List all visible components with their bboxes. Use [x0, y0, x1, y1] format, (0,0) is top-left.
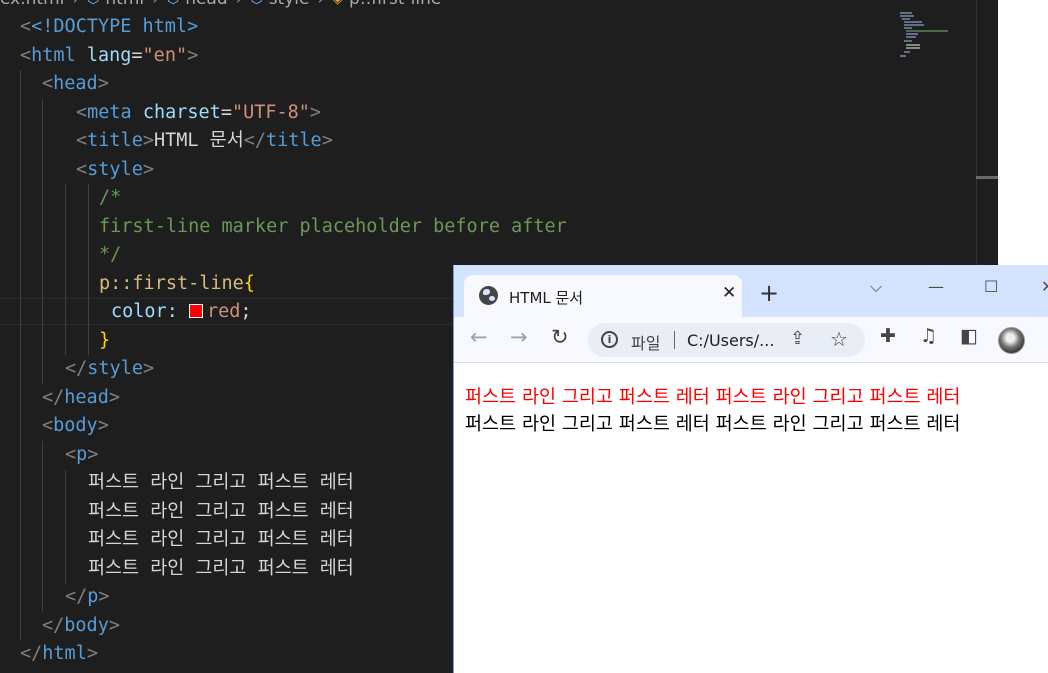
new-tab-button[interactable]: + — [759, 281, 779, 305]
browser-window[interactable]: HTML 문서 ✕ + ⌵ — ☐ ✕ ← → ↻ i 파일 C:/Users/… — [453, 265, 1048, 673]
code-line-20: 퍼스트 라인 그리고 퍼스트 레터 — [88, 557, 354, 579]
scrollbar-thumb[interactable] — [976, 176, 998, 179]
symbol-element-icon: ⬡ — [167, 0, 179, 7]
color-swatch[interactable] — [188, 304, 203, 318]
paragraph-second-line: 퍼스트 라인 그리고 퍼스트 레터 퍼스트 라인 그리고 퍼스트 레터 — [465, 414, 961, 435]
side-panel-icon[interactable]: ◧ — [960, 327, 978, 346]
code-line-17: 퍼스트 라인 그리고 퍼스트 레터 — [88, 472, 354, 493]
code-line-23: </html> — [20, 643, 98, 664]
code-line-8: first-line marker placeholder before aft… — [99, 215, 567, 237]
css-property: color: — [111, 301, 178, 322]
code-line-3: <head> — [42, 73, 109, 94]
forward-arrow-icon[interactable]: → — [510, 327, 528, 348]
address-divider — [674, 331, 675, 349]
globe-icon — [479, 286, 498, 305]
window-close-button[interactable]: ✕ — [1041, 277, 1048, 296]
chevron-right-icon: › — [150, 0, 161, 9]
breadcrumb-html[interactable]: html — [105, 0, 144, 9]
charset-value: "UTF-8" — [231, 101, 310, 123]
code-line-6: <style> — [76, 158, 154, 180]
extensions-puzzle-icon[interactable]: ✚ — [880, 327, 896, 346]
code-line-22: </body> — [42, 614, 120, 636]
indent-guide — [88, 184, 89, 355]
symbol-element-icon: ⬡ — [250, 0, 262, 7]
chevron-right-icon: › — [315, 0, 326, 9]
code-line-21: </p> — [65, 586, 110, 607]
code-line-5: <title>HTML 문서</title> — [76, 130, 333, 151]
minimap[interactable] — [898, 12, 950, 60]
code-line-11: color: red; — [111, 301, 252, 322]
media-queue-icon[interactable]: ♫ — [920, 327, 937, 346]
site-info-icon[interactable]: i — [601, 331, 618, 348]
code-line-16: <p> — [65, 443, 99, 465]
code-line-1: <<!DOCTYPE html> — [20, 16, 199, 37]
code-line-13: </style> — [65, 358, 155, 379]
title-text: HTML 문서 — [153, 130, 244, 151]
tab-close-icon[interactable]: ✕ — [722, 283, 736, 303]
code-line-7: /* — [99, 187, 122, 208]
indent-guide — [42, 441, 43, 612]
page-viewport: 퍼스트 라인 그리고 퍼스트 레터 퍼스트 라인 그리고 퍼스트 레터 퍼스트 … — [454, 363, 1048, 673]
browser-toolbar: ← → ↻ i 파일 C:/Users/... ⇪ ☆ ✚ ♫ ◧ — [454, 317, 1048, 363]
code-line-4: <meta charset="UTF-8"> — [76, 101, 322, 123]
bookmark-star-icon[interactable]: ☆ — [830, 327, 848, 351]
doctype-text: <!DOCTYPE html> — [31, 16, 199, 37]
tab-strip: HTML 문서 ✕ + ⌵ — ☐ ✕ — [454, 265, 1048, 317]
chevron-right-icon: › — [234, 0, 245, 9]
reload-icon[interactable]: ↻ — [551, 327, 569, 348]
address-bar[interactable]: i 파일 C:/Users/... ⇪ ☆ — [588, 323, 865, 357]
code-line-2: <html lang="en"> — [20, 44, 199, 66]
address-scheme: 파일 — [631, 334, 661, 353]
background-window-edge — [998, 0, 1048, 265]
back-arrow-icon[interactable]: ← — [470, 327, 488, 348]
tab-search-chevron-icon[interactable]: ⌵ — [870, 277, 882, 297]
code-line-18: 퍼스트 라인 그리고 퍼스트 레터 — [88, 500, 354, 522]
tab-title: HTML 문서 — [509, 289, 584, 307]
breadcrumb-file[interactable]: ex.html — [0, 0, 64, 9]
minimize-button[interactable]: — — [928, 277, 944, 296]
profile-avatar[interactable] — [998, 327, 1025, 354]
code-line-10: p::first-line{ — [99, 272, 255, 294]
code-line-9: */ — [99, 244, 122, 265]
breadcrumb: ex.html › ⬡ html › ⬡ head › ⬡ style › ◈ … — [0, 0, 441, 10]
code-line-19: 퍼스트 라인 그리고 퍼스트 레터 — [88, 529, 354, 550]
code-line-12: } — [99, 329, 111, 351]
browser-tab[interactable]: HTML 문서 ✕ — [464, 275, 742, 317]
code-line-14: </head> — [42, 386, 120, 408]
symbol-element-icon: ⬡ — [87, 0, 99, 7]
css-value: red — [206, 301, 241, 322]
share-icon[interactable]: ⇪ — [790, 328, 805, 349]
breadcrumb-selector[interactable]: p::first-line — [349, 0, 441, 9]
breadcrumb-head[interactable]: head — [185, 0, 227, 9]
address-url[interactable]: C:/Users/... — [687, 331, 774, 350]
indent-guide — [20, 70, 21, 640]
indent-guide — [65, 470, 66, 584]
breadcrumb-style[interactable]: style — [269, 0, 310, 9]
chevron-right-icon: › — [70, 0, 81, 9]
maximize-button[interactable]: ☐ — [984, 277, 998, 296]
indent-guide — [42, 99, 43, 384]
symbol-selector-icon: ◈ — [332, 0, 343, 7]
code-line-15: <body> — [42, 415, 109, 436]
lang-value: "en" — [142, 44, 188, 66]
css-selector: p::first-line — [99, 272, 244, 294]
indent-guide — [65, 184, 66, 355]
paragraph-first-line: 퍼스트 라인 그리고 퍼스트 레터 퍼스트 라인 그리고 퍼스트 레터 — [465, 387, 961, 408]
